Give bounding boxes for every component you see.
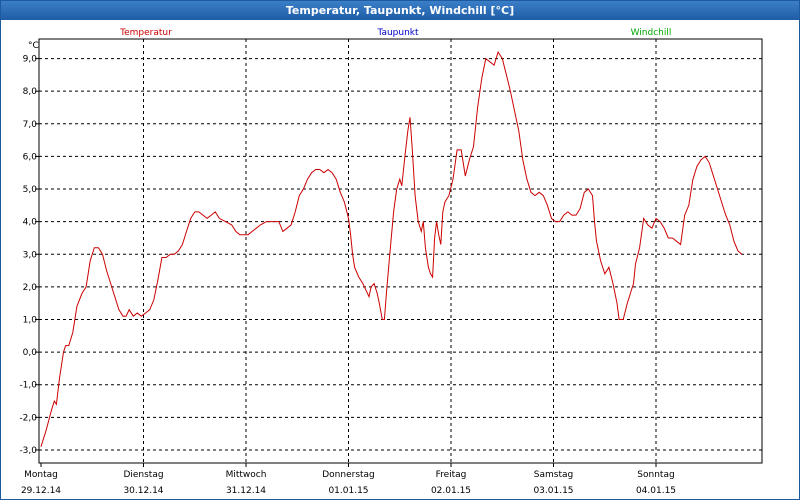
grid: [39, 39, 762, 463]
y-tick-label: 1,0: [23, 315, 38, 325]
y-tick-label: -2,0: [19, 413, 37, 423]
y-tick-label: 0,0: [23, 348, 38, 358]
y-tick-label: 7,0: [23, 120, 38, 130]
series: [40, 50, 743, 447]
window-title: Temperatur, Taupunkt, Windchill [°C]: [1, 1, 799, 20]
x-tick-day-label: Samstag: [534, 470, 573, 480]
y-tick-label: -1,0: [19, 381, 37, 391]
x-tick-day-label: Donnerstag: [322, 470, 375, 480]
x-tick-date-label: 31.12.14: [226, 486, 266, 496]
temperature-chart: °C Temperatur Taupunkt Windchill -3,0 -2,…: [19, 28, 763, 496]
chart-window: Temperatur, Taupunkt, Windchill [°C] °C …: [0, 0, 800, 500]
legend-temperatur: Temperatur: [119, 28, 172, 38]
x-tick-day-label: Mittwoch: [226, 470, 267, 480]
legend: Temperatur Taupunkt Windchill: [119, 28, 671, 38]
y-tick-label: 3,0: [23, 250, 38, 260]
x-tick-date-label: 03.01.15: [533, 486, 573, 496]
legend-taupunkt: Taupunkt: [376, 28, 419, 38]
x-tick-day-label: Freitag: [436, 470, 467, 480]
x-axis-ticks: Montag 29.12.14 Dienstag 30.12.14 Mittwoch 31…: [21, 463, 676, 496]
x-tick-date-label: 01.01.15: [328, 486, 368, 496]
y-tick-label: 9,0: [23, 55, 38, 65]
y-tick-label: 5,0: [23, 185, 38, 195]
x-tick-date-label: 30.12.14: [123, 486, 163, 496]
y-tick-label: 8,0: [23, 87, 38, 97]
y-axis-unit: °C: [28, 41, 39, 51]
plot-frame: [38, 38, 763, 464]
x-tick-day-label: Montag: [24, 470, 58, 480]
x-tick-date-label: 04.01.15: [636, 486, 676, 496]
series-line-temperatur: [40, 50, 743, 447]
x-tick-day-label: Dienstag: [123, 470, 163, 480]
x-tick-day-label: Sonntag: [637, 470, 674, 480]
x-tick-date-label: 29.12.14: [21, 486, 61, 496]
x-tick-date-label: 02.01.15: [431, 486, 471, 496]
y-tick-label: 4,0: [23, 218, 38, 228]
y-axis-ticks: -3,0 -2,0 -1,0 0,0 1,0 2,0 3,0 4,0 5,0 6,0 7,0 8,0 9…: [19, 55, 39, 456]
y-tick-label: 6,0: [23, 152, 38, 162]
y-tick-label: 2,0: [23, 283, 38, 293]
y-tick-label: -3,0: [19, 446, 37, 456]
legend-windchill: Windchill: [631, 28, 672, 38]
